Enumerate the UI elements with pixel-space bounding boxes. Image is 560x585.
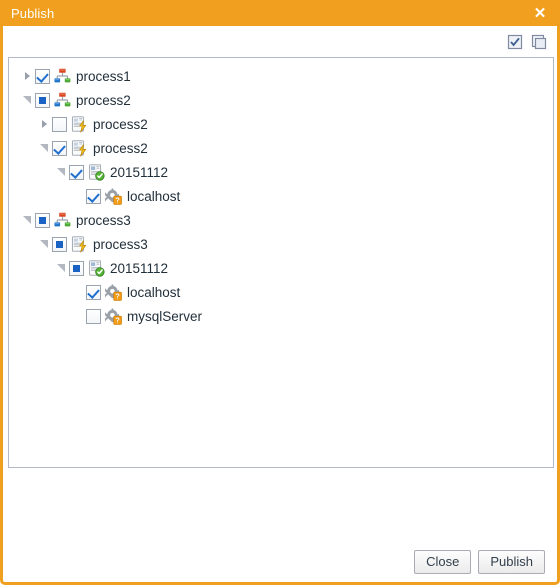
report-success-icon: [89, 163, 105, 181]
tree-node-checkbox[interactable]: [52, 236, 67, 252]
tree-node[interactable]: 20151112: [9, 256, 553, 280]
tree-node[interactable]: ? localhost: [9, 184, 553, 208]
dialog-title: Publish: [11, 5, 55, 21]
tree-node-checkbox[interactable]: [52, 140, 67, 156]
tree-node-label: process2: [93, 116, 148, 132]
collapse-arrow-icon[interactable]: [53, 260, 69, 276]
tree-node-label: localhost: [127, 188, 181, 204]
server-gear-icon: ?: [105, 284, 122, 301]
tree-node-checkbox[interactable]: [69, 260, 84, 276]
tree-node-label: process1: [76, 68, 131, 84]
tree-node-checkbox[interactable]: [86, 308, 101, 324]
process-network-icon: [54, 92, 71, 106]
tree-node-checkbox[interactable]: [35, 212, 50, 228]
tree-node-checkbox[interactable]: [69, 164, 84, 180]
tree-node-checkbox[interactable]: [35, 92, 50, 108]
svg-text:?: ?: [115, 315, 119, 324]
close-button[interactable]: Close: [414, 550, 472, 574]
collapse-arrow-icon[interactable]: [19, 212, 35, 228]
tree-node-label: 20151112: [110, 164, 169, 180]
tree-node-label: localhost: [127, 284, 181, 300]
tree-node-label: 20151112: [110, 260, 169, 276]
tree-node[interactable]: process2: [9, 112, 553, 136]
task-lightning-icon: [71, 139, 87, 157]
collapse-arrow-icon[interactable]: [36, 236, 52, 252]
tree-node[interactable]: process3: [9, 208, 553, 232]
tree-node[interactable]: process2: [9, 88, 553, 112]
tree-node-label: process2: [93, 140, 148, 156]
process-network-icon: [54, 68, 71, 82]
dialog-titlebar: Publish ✕: [0, 0, 560, 26]
tree-node-checkbox[interactable]: [52, 116, 67, 132]
task-lightning-icon: [71, 115, 87, 133]
publish-dialog: Publish ✕ process1 process2 process2 proces…: [0, 0, 560, 585]
tree-root: process1 process2 process2 process2 20151112…: [9, 58, 553, 328]
svg-text:?: ?: [115, 291, 119, 300]
svg-text:?: ?: [115, 195, 119, 204]
publish-tree-panel[interactable]: process1 process2 process2 process2 20151112…: [8, 57, 554, 468]
collapse-arrow-icon[interactable]: [19, 92, 35, 108]
report-success-icon: [89, 259, 105, 277]
process-network-icon: [54, 212, 71, 226]
tree-node-label: process3: [93, 236, 148, 252]
publish-button[interactable]: Publish: [478, 550, 545, 574]
tree-node-label: process3: [76, 212, 131, 228]
task-lightning-icon: [71, 235, 87, 253]
dialog-footer: Close Publish: [3, 550, 557, 574]
tree-node[interactable]: process2: [9, 136, 553, 160]
tree-toolbar: [3, 26, 557, 57]
tree-node-checkbox[interactable]: [86, 284, 101, 300]
tree-node[interactable]: process1: [9, 64, 553, 88]
close-x-icon[interactable]: ✕: [530, 3, 550, 23]
expand-arrow-icon[interactable]: [19, 68, 35, 84]
server-gear-icon: ?: [105, 188, 122, 205]
tree-node-checkbox[interactable]: [86, 188, 101, 204]
tree-node[interactable]: ? mysqlServer: [9, 304, 553, 328]
collapse-arrow-icon[interactable]: [53, 164, 69, 180]
select-all-checkbox-icon[interactable]: [507, 34, 523, 50]
server-gear-icon: ?: [105, 308, 122, 325]
tree-node[interactable]: 20151112: [9, 160, 553, 184]
expand-arrow-icon[interactable]: [36, 116, 52, 132]
tree-node-label: mysqlServer: [127, 308, 203, 324]
collapse-arrow-icon[interactable]: [36, 140, 52, 156]
deselect-all-boxes-icon[interactable]: [531, 34, 547, 50]
tree-node-label: process2: [76, 92, 131, 108]
tree-node[interactable]: process3: [9, 232, 553, 256]
tree-node-checkbox[interactable]: [35, 68, 50, 84]
tree-node[interactable]: ? localhost: [9, 280, 553, 304]
